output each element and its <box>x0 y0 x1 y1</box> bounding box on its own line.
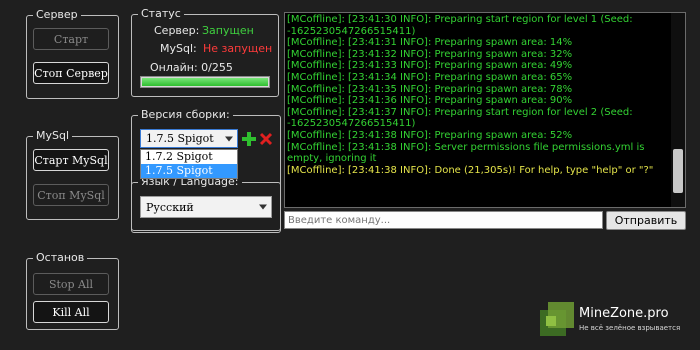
build-dropdown-list: 1.7.2 Spigot 1.7.5 Spigot <box>140 149 238 179</box>
plus-icon <box>242 132 256 146</box>
kill-all-button[interactable]: Kill All <box>33 301 109 323</box>
status-online-label: Онлайн: 0/255 <box>150 61 233 74</box>
build-option[interactable]: 1.7.2 Spigot <box>141 150 237 164</box>
online-progress-bar <box>140 76 270 88</box>
chevron-down-icon <box>259 204 267 210</box>
server-group-title: Сервер <box>33 8 81 21</box>
chevron-down-icon <box>225 136 233 141</box>
watermark-tagline: Не всё зелёное взрывается <box>579 324 681 332</box>
console-line: [MCoffline]: [23:41:30 INFO]: Preparing … <box>287 14 633 37</box>
command-input[interactable] <box>284 211 603 229</box>
console-scrollbar-thumb[interactable] <box>673 149 683 193</box>
stop-all-button[interactable]: Stop All <box>33 273 109 295</box>
mysql-start-button[interactable]: Старт MySql <box>33 149 109 171</box>
console-line: [MCoffline]: [23:41:38 INFO]: Done (21,3… <box>287 164 654 176</box>
status-mysql-value: Не запущен <box>203 42 273 55</box>
language-select[interactable]: Русский <box>140 196 272 218</box>
shutdown-group-title: Останов <box>33 251 88 264</box>
console-line: [MCoffline]: [23:41:32 INFO]: Preparing … <box>287 48 573 60</box>
build-group-title: Версия сборки: <box>138 108 233 121</box>
x-icon <box>259 132 273 146</box>
console-line: [MCoffline]: [23:41:38 INFO]: Preparing … <box>287 129 573 141</box>
build-select[interactable]: 1.7.5 Spigot <box>140 129 238 148</box>
build-select-value: 1.7.5 Spigot <box>146 132 214 145</box>
status-mysql-label: MySql: <box>160 42 197 55</box>
remove-build-button[interactable] <box>259 131 273 146</box>
status-group-title: Статус <box>138 7 184 20</box>
console-line: [MCoffline]: [23:41:36 INFO]: Preparing … <box>287 95 573 107</box>
console-line: [MCoffline]: [23:41:35 INFO]: Preparing … <box>287 83 573 95</box>
console-lines: [MCoffline]: [23:41:30 INFO]: Preparing … <box>287 14 667 176</box>
mysql-stop-button[interactable]: Стоп MySql <box>33 184 109 206</box>
console-line: [MCoffline]: [23:41:37 INFO]: Preparing … <box>287 106 633 130</box>
console-line: [MCoffline]: [23:41:38 INFO]: Server per… <box>287 141 645 165</box>
watermark: MineZone.pro Не всё зелёное взрывается <box>540 302 690 342</box>
server-stop-button[interactable]: Стоп Сервер <box>33 62 109 84</box>
console-output: [MCoffline]: [23:41:30 INFO]: Preparing … <box>284 12 686 208</box>
watermark-brand: MineZone.pro <box>579 306 669 321</box>
status-server-label: Сервер: <box>154 24 200 37</box>
server-start-button[interactable]: Старт <box>33 28 109 50</box>
add-build-button[interactable] <box>242 131 256 146</box>
console-line: [MCoffline]: [23:41:34 INFO]: Preparing … <box>287 71 573 83</box>
status-server-value: Запущен <box>202 24 254 37</box>
mysql-group-title: MySql <box>33 129 73 142</box>
console-scrollbar[interactable] <box>671 13 685 207</box>
send-button[interactable]: Отправить <box>606 211 686 230</box>
console-line: [MCoffline]: [23:41:31 INFO]: Preparing … <box>287 37 573 49</box>
minezone-logo-icon <box>540 302 574 336</box>
build-option-selected[interactable]: 1.7.5 Spigot <box>141 164 237 178</box>
console-line: [MCoffline]: [23:41:33 INFO]: Preparing … <box>287 60 573 72</box>
online-progress-fill <box>142 78 268 86</box>
language-select-value: Русский <box>146 200 194 214</box>
